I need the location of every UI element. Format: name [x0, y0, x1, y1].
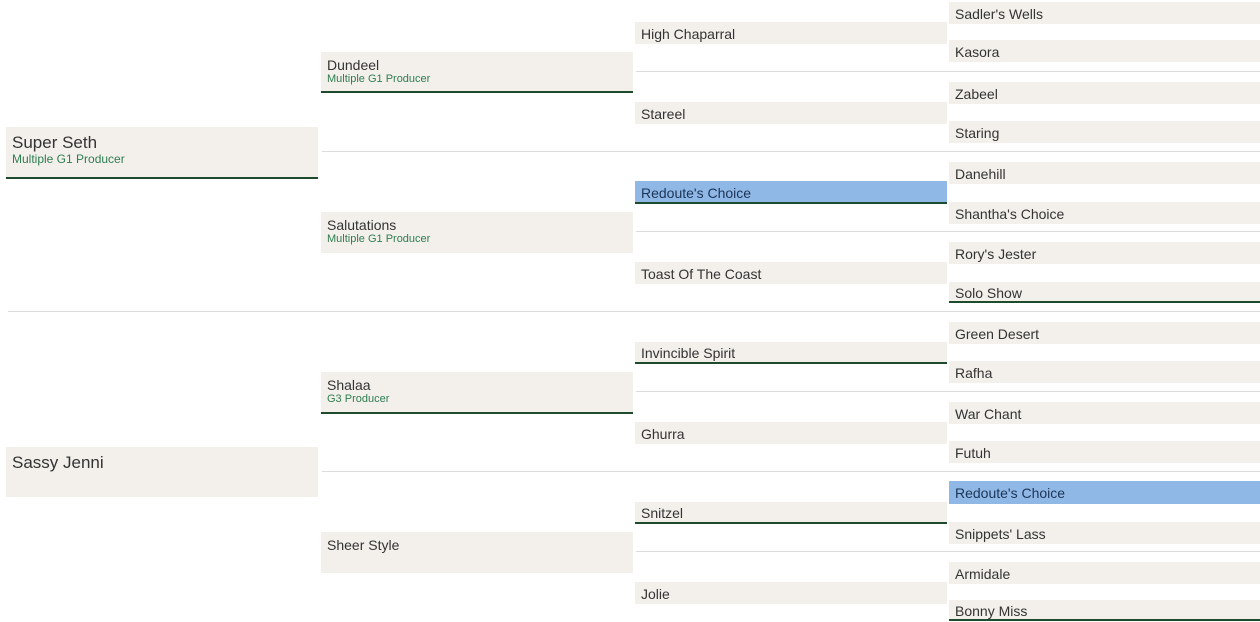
- pedigree-sire-dam[interactable]: Salutations Multiple G1 Producer: [321, 212, 633, 253]
- pedigree-gen4-4[interactable]: Staring: [949, 121, 1260, 143]
- producer-note: Multiple G1 Producer: [327, 233, 431, 245]
- horse-name: Rafha: [955, 365, 993, 381]
- horse-name: Stareel: [641, 106, 686, 122]
- horse-name: War Chant: [955, 406, 1022, 422]
- pedigree-gen4-15[interactable]: Armidale: [949, 562, 1260, 584]
- producer-note: G3 Producer: [327, 393, 390, 405]
- horse-name: Toast Of The Coast: [641, 266, 762, 282]
- separator: [322, 151, 1260, 152]
- horse-name: Shantha's Choice: [955, 206, 1065, 222]
- pedigree-gen4-14[interactable]: Snippets' Lass: [949, 522, 1260, 544]
- pedigree-gen4-5[interactable]: Danehill: [949, 162, 1260, 184]
- pedigree-dam[interactable]: Sassy Jenni: [6, 447, 318, 497]
- horse-name: Ghurra: [641, 426, 685, 442]
- horse-name: Shalaa: [327, 377, 371, 393]
- horse-name: Futuh: [955, 445, 991, 461]
- horse-name: Sassy Jenni: [12, 453, 104, 472]
- horse-name: Dundeel: [327, 57, 380, 73]
- horse-name: Super Seth: [12, 133, 98, 152]
- pedigree-gen4-16[interactable]: Bonny Miss: [949, 600, 1260, 621]
- separator: [636, 391, 1260, 392]
- horse-name: Green Desert: [955, 326, 1040, 342]
- horse-name: Jolie: [641, 586, 670, 602]
- pedigree-gen4-12[interactable]: Futuh: [949, 441, 1260, 463]
- horse-name: Zabeel: [955, 86, 998, 102]
- pedigree-gen4-10[interactable]: Rafha: [949, 361, 1260, 383]
- horse-name: Redoute's Choice: [641, 185, 752, 201]
- separator: [636, 231, 1260, 232]
- pedigree-gen4-9[interactable]: Green Desert: [949, 322, 1260, 344]
- horse-name: Staring: [955, 125, 1000, 141]
- pedigree-gen4-13[interactable]: Redoute's Choice: [949, 481, 1260, 504]
- horse-name: Redoute's Choice: [955, 485, 1066, 501]
- separator: [636, 551, 1260, 552]
- horse-name: Danehill: [955, 166, 1006, 182]
- horse-name: Armidale: [955, 566, 1011, 582]
- pedigree-gen3-7[interactable]: Snitzel: [635, 502, 947, 524]
- horse-name: Salutations: [327, 217, 397, 233]
- separator: [8, 311, 1260, 312]
- horse-name: Kasora: [955, 44, 1000, 60]
- pedigree-gen3-8[interactable]: Jolie: [635, 582, 947, 604]
- pedigree-gen4-1[interactable]: Sadler's Wells: [949, 2, 1260, 24]
- pedigree-gen4-11[interactable]: War Chant: [949, 402, 1260, 424]
- pedigree-sire[interactable]: Super Seth Multiple G1 Producer: [6, 127, 318, 179]
- pedigree-gen4-6[interactable]: Shantha's Choice: [949, 202, 1260, 224]
- producer-note: Multiple G1 Producer: [327, 73, 431, 85]
- horse-name: Solo Show: [955, 285, 1022, 301]
- pedigree-gen4-8[interactable]: Solo Show: [949, 282, 1260, 303]
- horse-name: Bonny Miss: [955, 603, 1028, 619]
- horse-name: Snitzel: [641, 505, 684, 521]
- pedigree-gen3-5[interactable]: Invincible Spirit: [635, 342, 947, 364]
- separator: [322, 471, 1260, 472]
- pedigree-sire-sire[interactable]: Dundeel Multiple G1 Producer: [321, 52, 633, 93]
- pedigree-gen3-6[interactable]: Ghurra: [635, 422, 947, 444]
- producer-note: Multiple G1 Producer: [12, 152, 125, 166]
- pedigree-gen4-2[interactable]: Kasora: [949, 40, 1260, 62]
- pedigree-gen4-3[interactable]: Zabeel: [949, 82, 1260, 104]
- horse-name: High Chaparral: [641, 26, 736, 42]
- separator: [636, 71, 1260, 72]
- pedigree-gen3-3[interactable]: Redoute's Choice: [635, 181, 947, 204]
- horse-name: Snippets' Lass: [955, 526, 1046, 542]
- pedigree-dam-dam[interactable]: Sheer Style: [321, 532, 633, 573]
- horse-name: Rory's Jester: [955, 246, 1037, 262]
- horse-name: Sheer Style: [327, 537, 400, 553]
- pedigree-gen3-2[interactable]: Stareel: [635, 102, 947, 124]
- horse-name: Sadler's Wells: [955, 6, 1043, 22]
- pedigree-gen3-4[interactable]: Toast Of The Coast: [635, 262, 947, 284]
- pedigree-dam-sire[interactable]: Shalaa G3 Producer: [321, 372, 633, 414]
- pedigree-gen4-7[interactable]: Rory's Jester: [949, 242, 1260, 264]
- pedigree-gen3-1[interactable]: High Chaparral: [635, 22, 947, 44]
- horse-name: Invincible Spirit: [641, 345, 736, 361]
